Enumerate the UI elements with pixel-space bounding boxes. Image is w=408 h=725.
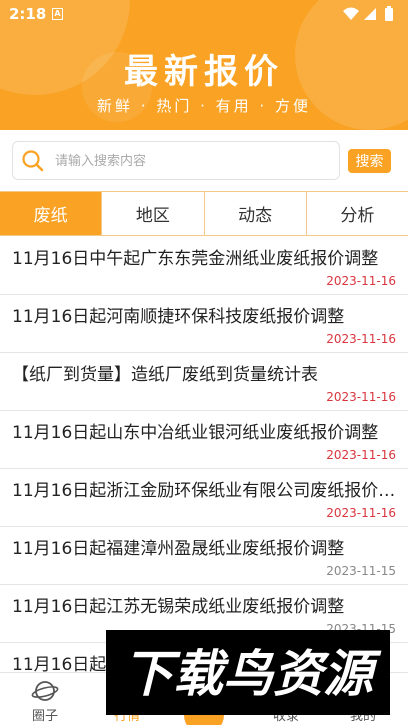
- status-time: 2:18: [9, 5, 47, 23]
- search-icon: [22, 150, 44, 172]
- watermark-text: 下载鸟资源: [123, 645, 382, 703]
- wifi-icon: [343, 7, 359, 20]
- item-title: 11月16日起浙江金励环保纸业有限公司废纸报价调整: [12, 481, 398, 501]
- item-title: 11月16日起河南顺捷环保科技废纸报价调整: [12, 307, 345, 327]
- signal-icon: [364, 8, 376, 20]
- item-date: 2023-11-16: [326, 332, 396, 346]
- category-tabs: 废纸 地区 动态 分析: [0, 191, 408, 236]
- item-date: 2023-11-16: [326, 274, 396, 288]
- item-date: 2023-11-16: [326, 448, 396, 462]
- item-title: 11月16日起山东中冶纸业银河纸业废纸报价调整: [12, 423, 379, 443]
- list-item[interactable]: 11月16日起浙江金励环保纸业有限公司废纸报价调整 2023-11-16: [0, 469, 408, 527]
- header-banner: 2:18 A 最新报价 新鲜 · 热门 · 有用 · 方便: [0, 0, 408, 130]
- battery-icon: [385, 6, 393, 21]
- tab-news[interactable]: 动态: [204, 192, 307, 235]
- item-date: 2023-11-16: [326, 390, 396, 404]
- item-date: 2023-11-16: [326, 506, 396, 520]
- list-item[interactable]: 11月16日起山东中冶纸业银河纸业废纸报价调整 2023-11-16: [0, 411, 408, 469]
- tab-waste-paper[interactable]: 废纸: [0, 192, 103, 235]
- list-item[interactable]: 11月16日起福建漳州盈晟纸业废纸报价调整 2023-11-15: [0, 527, 408, 585]
- item-title: 11月16日起江苏无锡荣成纸业废纸报价调整: [12, 597, 345, 617]
- item-title: 11月16日起福建漳州盈晟纸业废纸报价调整: [12, 539, 345, 559]
- list-item[interactable]: 11月16日起河南顺捷环保科技废纸报价调整 2023-11-16: [0, 295, 408, 353]
- nav-label: 圈子: [31, 709, 58, 724]
- tab-region[interactable]: 地区: [102, 192, 205, 235]
- search-button[interactable]: 搜索: [348, 149, 391, 173]
- page-subtitle: 新鲜 · 热门 · 有用 · 方便: [97, 97, 311, 115]
- nav-item-circle[interactable]: 圈子: [4, 673, 86, 725]
- planet-icon: [31, 681, 59, 701]
- page-title: 最新报价: [124, 52, 284, 92]
- watermark-label: 下载鸟资源: [123, 645, 382, 703]
- watermark-logo: 下载鸟资源: [106, 630, 390, 715]
- tab-analysis[interactable]: 分析: [306, 192, 408, 235]
- notification-icon: A: [52, 8, 63, 20]
- search-input[interactable]: [55, 150, 325, 172]
- status-icons: [343, 6, 393, 21]
- item-title: 11月16日中午起广东东莞金洲纸业废纸报价调整: [12, 249, 379, 269]
- status-bar: 2:18 A: [0, 0, 408, 28]
- list-item[interactable]: 【纸厂到货量】造纸厂废纸到货量统计表 2023-11-16: [0, 353, 408, 411]
- list-item[interactable]: 11月16日中午起广东东莞金洲纸业废纸报价调整 2023-11-16: [0, 237, 408, 295]
- search-box[interactable]: [12, 141, 340, 180]
- item-date: 2023-11-15: [326, 564, 396, 578]
- item-title: 【纸厂到货量】造纸厂废纸到货量统计表: [12, 365, 318, 385]
